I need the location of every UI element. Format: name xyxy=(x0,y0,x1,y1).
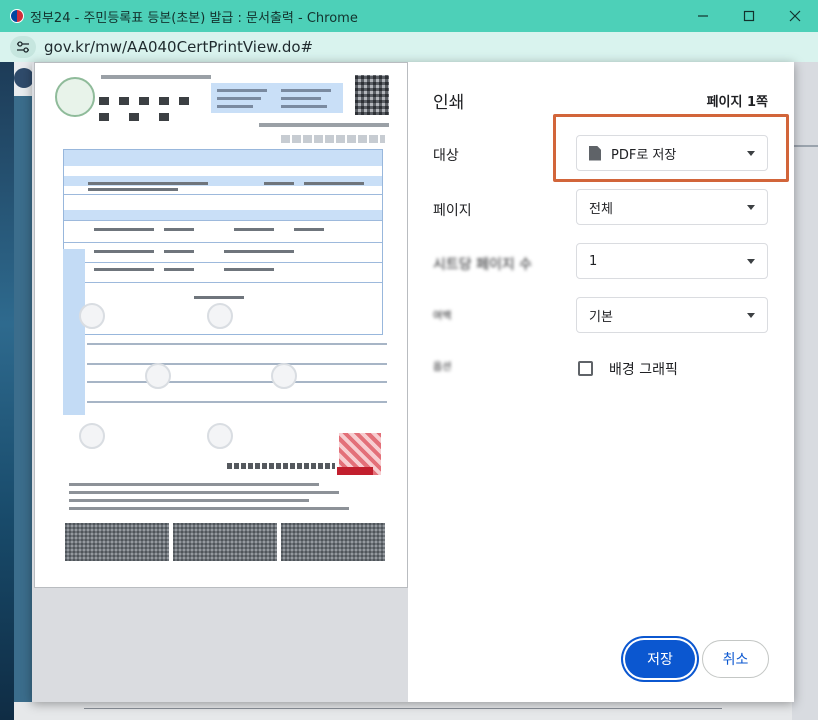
watermark-seal xyxy=(145,363,171,389)
maximize-icon xyxy=(743,10,755,22)
print-heading: 인쇄 xyxy=(433,93,465,113)
background-graphics-checkbox[interactable] xyxy=(578,361,593,376)
background-graphics-label[interactable]: 배경 그래픽 xyxy=(609,359,678,379)
window-titlebar: 정부24 - 주민등록표 등본(초본) 발급 : 문서출력 - Chrome xyxy=(0,0,818,32)
print-dialog: 인쇄 페이지 1쪽 대상 PDF로 저장 페이지 전체 시트당 페이지 수 1 … xyxy=(32,62,794,702)
annotation-highlight-box xyxy=(553,114,789,182)
print-settings-panel: 인쇄 페이지 1쪽 대상 PDF로 저장 페이지 전체 시트당 페이지 수 1 … xyxy=(408,62,794,702)
pages-value: 전체 xyxy=(589,201,613,217)
document-label-row xyxy=(281,135,385,143)
page-favicon xyxy=(14,68,34,88)
document-emblem xyxy=(55,77,95,117)
cancel-button[interactable]: 취소 xyxy=(702,640,769,678)
site-info-button[interactable] xyxy=(10,36,36,58)
watermark-seal xyxy=(207,423,233,449)
chevron-down-icon xyxy=(747,313,755,318)
pages-label: 페이지 xyxy=(433,203,472,219)
window-title: 정부24 - 주민등록표 등본(초본) 발급 : 문서출력 - Chrome xyxy=(30,10,358,26)
margins-value: 기본 xyxy=(589,309,613,325)
save-button[interactable]: 저장 xyxy=(625,640,695,678)
document-barcode-strip xyxy=(173,523,277,561)
document-header-text xyxy=(101,75,211,79)
pages-per-sheet-select[interactable]: 1 xyxy=(576,243,768,279)
watermark-seal xyxy=(79,423,105,449)
url-text: gov.kr/mw/AA040CertPrintView.do# xyxy=(44,38,314,56)
address-bar[interactable]: gov.kr/mw/AA040CertPrintView.do# xyxy=(0,32,818,62)
print-preview[interactable] xyxy=(32,62,408,702)
gov24-logo-icon xyxy=(10,9,24,23)
minimize-button[interactable] xyxy=(680,0,726,32)
page-count: 페이지 1쪽 xyxy=(706,95,768,110)
options-label: 옵션 xyxy=(433,362,452,373)
pages-per-sheet-label: 시트당 페이지 수 xyxy=(433,257,533,273)
official-stamp-text xyxy=(337,467,373,475)
close-button[interactable] xyxy=(772,0,818,32)
document-info-box xyxy=(211,83,343,113)
maximize-button[interactable] xyxy=(726,0,772,32)
document-title xyxy=(95,93,205,123)
pages-select[interactable]: 전체 xyxy=(576,189,768,225)
document-sidebar-column xyxy=(63,249,85,415)
document-barcode xyxy=(355,75,389,115)
document-barcode-strip xyxy=(65,523,169,561)
document-text-line xyxy=(259,123,389,127)
desktop-wallpaper xyxy=(0,60,14,720)
tune-icon xyxy=(17,41,29,53)
chevron-down-icon xyxy=(747,259,755,264)
watermark-seal xyxy=(79,303,105,329)
document-barcode-strip xyxy=(281,523,385,561)
minimize-icon xyxy=(698,15,708,17)
document-issuer-text xyxy=(227,463,335,469)
background-page-footer xyxy=(14,702,792,720)
watermark-seal xyxy=(207,303,233,329)
margins-label: 여백 xyxy=(433,311,452,322)
preview-page xyxy=(34,62,408,588)
destination-label: 대상 xyxy=(433,148,459,164)
margins-select[interactable]: 기본 xyxy=(576,297,768,333)
background-page-edge xyxy=(792,60,818,720)
pages-per-sheet-value: 1 xyxy=(589,253,598,269)
watermark-seal xyxy=(271,363,297,389)
close-icon xyxy=(789,10,801,22)
chevron-down-icon xyxy=(747,205,755,210)
